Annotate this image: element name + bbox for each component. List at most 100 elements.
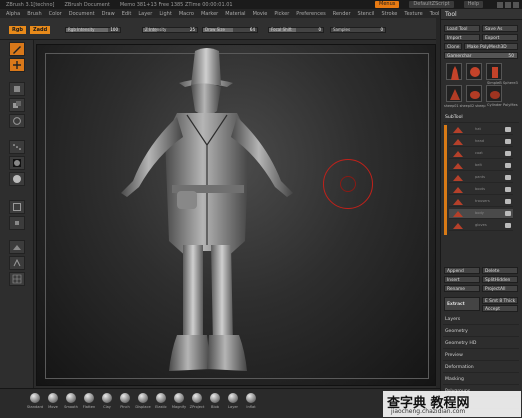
brush-smooth[interactable]: Smooth [62,393,80,409]
menu-item-texture[interactable]: Texture [404,11,422,17]
subtool-row-head[interactable]: head [449,137,513,147]
visibility-eye-icon[interactable] [505,187,511,192]
subtool-row-coat[interactable]: coat [449,149,513,159]
menu-item-stencil[interactable]: Stencil [358,11,375,17]
brush-move[interactable]: Move [44,393,62,409]
menus-button[interactable]: Menus [375,1,400,8]
slider-samples[interactable]: Samples 0 [330,27,386,33]
menu-item-brush[interactable]: Brush [27,11,41,17]
split-hidden-button[interactable]: SplitHidden [482,276,518,283]
insert-button[interactable]: Insert [444,276,480,283]
zadd-button[interactable]: Zadd [30,26,51,34]
material-button[interactable] [9,172,25,186]
maximize-icon[interactable] [505,1,511,8]
load-tool-button[interactable]: Load Tool [444,25,480,32]
save-as-button[interactable]: Save As [482,25,518,32]
rotate-mode-button[interactable] [9,114,25,128]
brush-standard[interactable]: Standard [26,393,44,409]
brush-blob[interactable]: Blob [206,393,224,409]
visibility-eye-icon[interactable] [505,199,511,204]
menu-item-layer[interactable]: Layer [138,11,152,17]
tool-thumb-cylinder[interactable] [486,63,502,80]
menu-item-alpha[interactable]: Alpha [6,11,20,17]
tool-palette-header[interactable]: Tool [441,9,522,20]
alpha-button[interactable] [9,156,25,170]
make-polymesh-button[interactable]: Make PolyMesh3D [464,43,518,50]
subtool-row-pants[interactable]: pants [449,173,513,183]
current-tool-slider[interactable]: Gamerchar 50 [444,52,518,59]
draw-mode-button[interactable] [9,58,25,72]
brush-displace[interactable]: Displace [134,393,152,409]
extract-button[interactable]: Extract [444,297,480,311]
perspective-button[interactable] [9,256,25,270]
canvas-viewport[interactable] [36,44,436,386]
visibility-eye-icon[interactable] [505,175,511,180]
section-geometry-hd[interactable]: Geometry HD [443,339,519,349]
import-button[interactable]: Import [444,34,480,41]
menu-item-material[interactable]: Material [225,11,245,17]
section-layers[interactable]: Layers [443,315,519,325]
visibility-eye-icon[interactable] [505,211,511,216]
brush-layer[interactable]: Layer [224,393,242,409]
edit-mode-button[interactable] [9,42,25,56]
frame-button[interactable] [9,200,25,214]
local-button[interactable] [9,216,25,230]
visibility-eye-icon[interactable] [505,151,511,156]
minimize-icon[interactable] [497,1,503,8]
menu-item-draw[interactable]: Draw [102,11,115,17]
visibility-eye-icon[interactable] [505,163,511,168]
subtool-row-belt[interactable]: belt [449,161,513,171]
project-all-button[interactable]: ProjectAll [482,285,518,292]
visibility-eye-icon[interactable] [505,127,511,132]
menu-item-preferences[interactable]: Preferences [296,11,325,17]
menu-item-color[interactable]: Color [49,11,62,17]
tool-thumb-gamer[interactable] [446,63,462,80]
visibility-eye-icon[interactable] [505,139,511,144]
menu-item-stroke[interactable]: Stroke [381,11,397,17]
brush-inflat[interactable]: Inflat [242,393,260,409]
scale-mode-button[interactable] [9,98,25,112]
tool-thumb-sheep[interactable] [466,85,482,102]
rename-button[interactable]: Rename [444,285,480,292]
subtool-row-gloves[interactable]: gloves [449,221,513,231]
brush-pinch[interactable]: Pinch [116,393,134,409]
tool-thumb-polymesh[interactable] [446,85,462,102]
stroke-button[interactable] [9,140,25,154]
default-zscript-button[interactable]: DefaultZScript [409,1,454,8]
subtool-row-trousers[interactable]: trousers [449,197,513,207]
clone-button[interactable]: Clone [444,43,462,50]
accept-button[interactable]: Accept [482,305,518,312]
menu-item-light[interactable]: Light [159,11,171,17]
section-geometry[interactable]: Geometry [443,327,519,337]
polyframe-button[interactable] [9,272,25,286]
brush-magnify[interactable]: Magnify [170,393,188,409]
slider-focal-shift[interactable]: Focal Shift 0 [268,27,324,33]
section-preview[interactable]: Preview [443,351,519,361]
rgb-button[interactable]: Rgb [9,26,27,34]
menu-item-document[interactable]: Document [69,11,95,17]
section-deformation[interactable]: Deformation [443,363,519,373]
subtool-scrollbar[interactable] [444,125,447,235]
slider-z-intensity[interactable]: Z Intensity 25 [142,27,198,33]
delete-button[interactable]: Delete [482,267,518,274]
export-button[interactable]: Export [482,34,518,41]
subtool-row-hat[interactable]: hat [449,125,513,135]
subtool-header[interactable]: SubTool [443,113,519,123]
subtool-row-boots[interactable]: boots [449,185,513,195]
menu-item-tool[interactable]: Tool [430,11,440,17]
brush-elastic[interactable]: Elastic [152,393,170,409]
menu-item-edit[interactable]: Edit [122,11,132,17]
move-mode-button[interactable] [9,82,25,96]
slider-draw-size[interactable]: Draw Size 64 [202,27,258,33]
subtool-row-body[interactable]: body [449,209,513,219]
menu-item-macro[interactable]: Macro [179,11,194,17]
close-icon[interactable] [513,1,519,8]
slider-rgb-intensity[interactable]: Rgb Intensity 100 [65,27,121,33]
menu-item-picker[interactable]: Picker [274,11,289,17]
menu-item-movie[interactable]: Movie [253,11,268,17]
tool-thumb-sheep-2[interactable] [486,85,502,102]
brush-clay[interactable]: Clay [98,393,116,409]
brush-flatten[interactable]: Flatten [80,393,98,409]
menu-item-render[interactable]: Render [333,11,351,17]
section-masking[interactable]: Masking [443,375,519,385]
